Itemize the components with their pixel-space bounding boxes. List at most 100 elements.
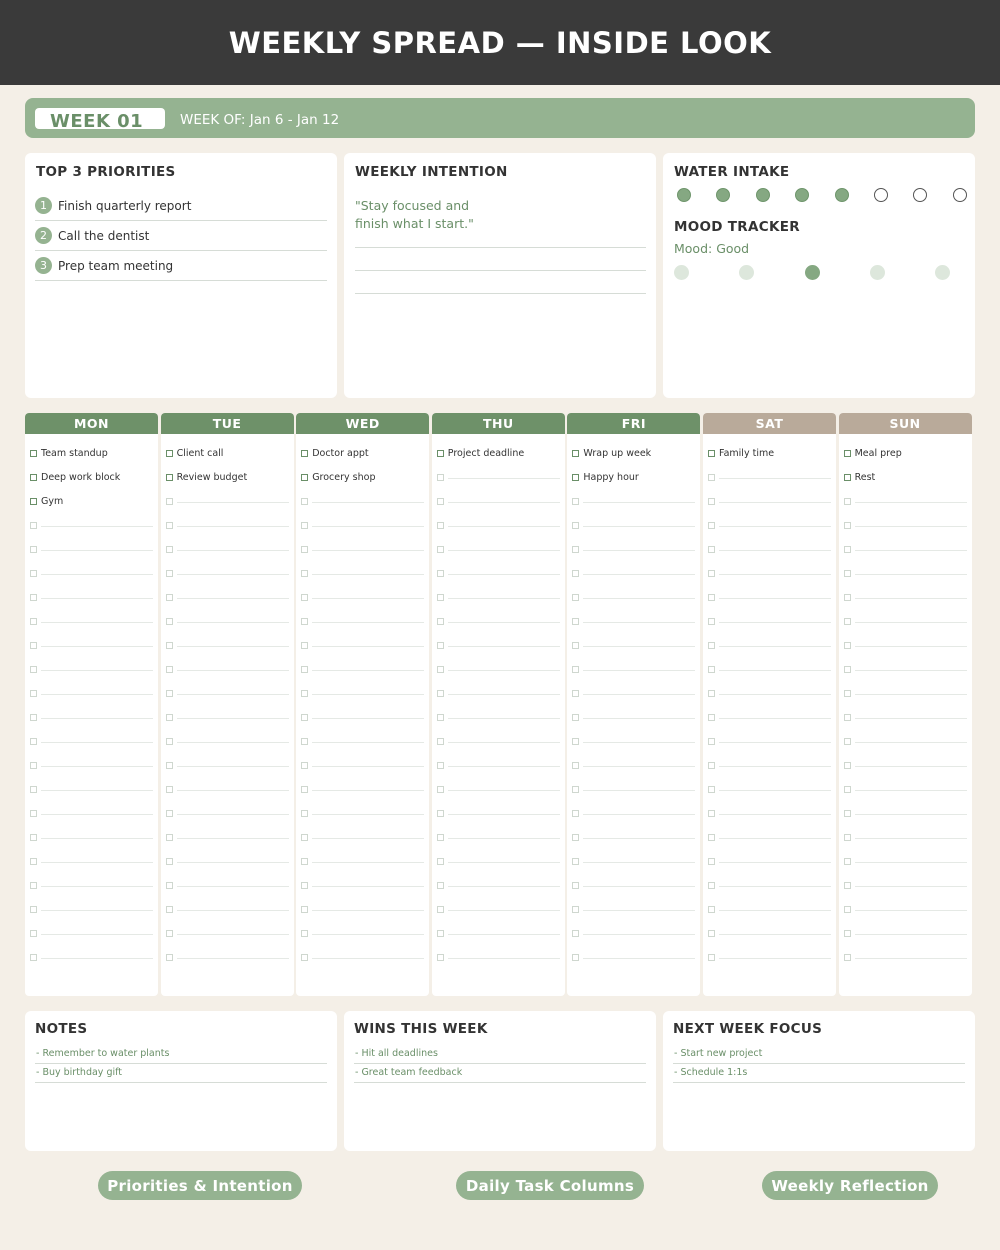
task-row[interactable]: Team standup bbox=[30, 441, 153, 465]
task-row[interactable] bbox=[165, 633, 289, 657]
water-glass-dot[interactable] bbox=[834, 188, 849, 202]
task-row[interactable] bbox=[843, 777, 967, 801]
task-row[interactable] bbox=[165, 897, 289, 921]
water-glass-dot[interactable] bbox=[677, 188, 691, 202]
task-row[interactable]: Deep work block bbox=[30, 465, 153, 489]
task-checkbox[interactable] bbox=[708, 929, 715, 937]
task-checkbox[interactable] bbox=[30, 689, 37, 697]
mood-dot[interactable] bbox=[739, 265, 755, 280]
task-row[interactable] bbox=[843, 657, 967, 681]
task-checkbox[interactable] bbox=[572, 785, 580, 793]
task-row[interactable] bbox=[708, 465, 831, 489]
task-row[interactable] bbox=[843, 705, 967, 729]
task-checkbox[interactable] bbox=[436, 857, 444, 865]
task-row[interactable] bbox=[708, 561, 831, 585]
task-checkbox[interactable] bbox=[301, 641, 309, 649]
task-checkbox[interactable] bbox=[301, 665, 309, 673]
task-checkbox[interactable] bbox=[165, 905, 173, 913]
task-row[interactable] bbox=[572, 873, 696, 897]
task-row[interactable] bbox=[301, 897, 425, 921]
task-checkbox[interactable] bbox=[301, 521, 309, 529]
task-row[interactable] bbox=[843, 873, 967, 897]
priority-item[interactable]: 3 Prep team meeting bbox=[35, 251, 327, 281]
task-row[interactable] bbox=[301, 945, 425, 969]
task-checkbox[interactable] bbox=[572, 641, 580, 649]
task-row[interactable] bbox=[30, 705, 153, 729]
task-row[interactable] bbox=[436, 945, 560, 969]
task-row[interactable] bbox=[30, 849, 153, 873]
task-row[interactable] bbox=[30, 633, 153, 657]
focus-item[interactable]: - Schedule 1:1s bbox=[673, 1064, 965, 1083]
task-row[interactable] bbox=[708, 753, 831, 777]
task-row[interactable] bbox=[843, 561, 967, 585]
task-checkbox[interactable] bbox=[572, 665, 580, 673]
task-checkbox[interactable] bbox=[843, 665, 851, 673]
task-row[interactable] bbox=[30, 753, 153, 777]
task-row[interactable] bbox=[436, 537, 560, 561]
task-row[interactable] bbox=[708, 609, 831, 633]
task-checkbox[interactable] bbox=[708, 785, 715, 793]
task-row[interactable] bbox=[708, 921, 831, 945]
task-checkbox[interactable] bbox=[30, 569, 37, 577]
task-row[interactable] bbox=[843, 585, 967, 609]
task-checkbox[interactable] bbox=[30, 785, 37, 793]
task-checkbox[interactable] bbox=[843, 713, 851, 721]
task-checkbox[interactable] bbox=[572, 545, 580, 553]
task-checkbox[interactable] bbox=[843, 545, 851, 553]
task-row[interactable] bbox=[301, 537, 425, 561]
mood-dot[interactable] bbox=[674, 265, 689, 280]
task-checkbox[interactable] bbox=[843, 929, 851, 937]
task-row[interactable] bbox=[436, 897, 560, 921]
task-checkbox[interactable] bbox=[436, 617, 444, 625]
task-checkbox[interactable] bbox=[30, 593, 37, 601]
task-checkbox[interactable] bbox=[436, 569, 444, 577]
task-checkbox[interactable] bbox=[301, 737, 309, 745]
task-row[interactable] bbox=[301, 705, 425, 729]
task-checkbox[interactable] bbox=[572, 473, 580, 481]
task-row[interactable] bbox=[572, 825, 696, 849]
task-row[interactable] bbox=[165, 729, 289, 753]
task-checkbox[interactable] bbox=[572, 689, 580, 697]
task-row[interactable] bbox=[301, 873, 425, 897]
task-checkbox[interactable] bbox=[708, 473, 715, 481]
task-row[interactable]: Client call bbox=[165, 441, 289, 465]
task-checkbox[interactable] bbox=[165, 545, 173, 553]
task-row[interactable] bbox=[572, 585, 696, 609]
task-row[interactable] bbox=[436, 465, 560, 489]
task-row[interactable] bbox=[572, 561, 696, 585]
task-checkbox[interactable] bbox=[572, 521, 580, 529]
task-checkbox[interactable] bbox=[301, 497, 309, 505]
task-checkbox[interactable] bbox=[165, 857, 173, 865]
task-row[interactable] bbox=[165, 609, 289, 633]
task-row[interactable] bbox=[436, 921, 560, 945]
task-checkbox[interactable] bbox=[572, 953, 580, 961]
task-row[interactable] bbox=[30, 609, 153, 633]
task-row[interactable] bbox=[572, 945, 696, 969]
task-row[interactable] bbox=[301, 657, 425, 681]
task-row[interactable] bbox=[165, 777, 289, 801]
task-checkbox[interactable] bbox=[165, 521, 173, 529]
task-row[interactable] bbox=[301, 729, 425, 753]
task-row[interactable] bbox=[165, 681, 289, 705]
task-row[interactable] bbox=[572, 705, 696, 729]
task-row[interactable] bbox=[708, 657, 831, 681]
task-row[interactable] bbox=[165, 945, 289, 969]
task-row[interactable] bbox=[843, 681, 967, 705]
task-row[interactable] bbox=[708, 633, 831, 657]
task-checkbox[interactable] bbox=[572, 905, 580, 913]
task-checkbox[interactable] bbox=[301, 713, 309, 721]
task-checkbox[interactable] bbox=[436, 593, 444, 601]
task-row[interactable] bbox=[30, 537, 153, 561]
task-checkbox[interactable] bbox=[843, 761, 851, 769]
task-checkbox[interactable] bbox=[436, 905, 444, 913]
task-checkbox[interactable] bbox=[30, 761, 37, 769]
task-row[interactable]: Project deadline bbox=[436, 441, 560, 465]
task-row[interactable] bbox=[436, 801, 560, 825]
task-row[interactable] bbox=[30, 681, 153, 705]
task-checkbox[interactable] bbox=[708, 521, 715, 529]
task-checkbox[interactable] bbox=[165, 569, 173, 577]
task-checkbox[interactable] bbox=[843, 881, 851, 889]
task-checkbox[interactable] bbox=[708, 857, 715, 865]
task-row[interactable] bbox=[843, 489, 967, 513]
task-checkbox[interactable] bbox=[843, 857, 851, 865]
